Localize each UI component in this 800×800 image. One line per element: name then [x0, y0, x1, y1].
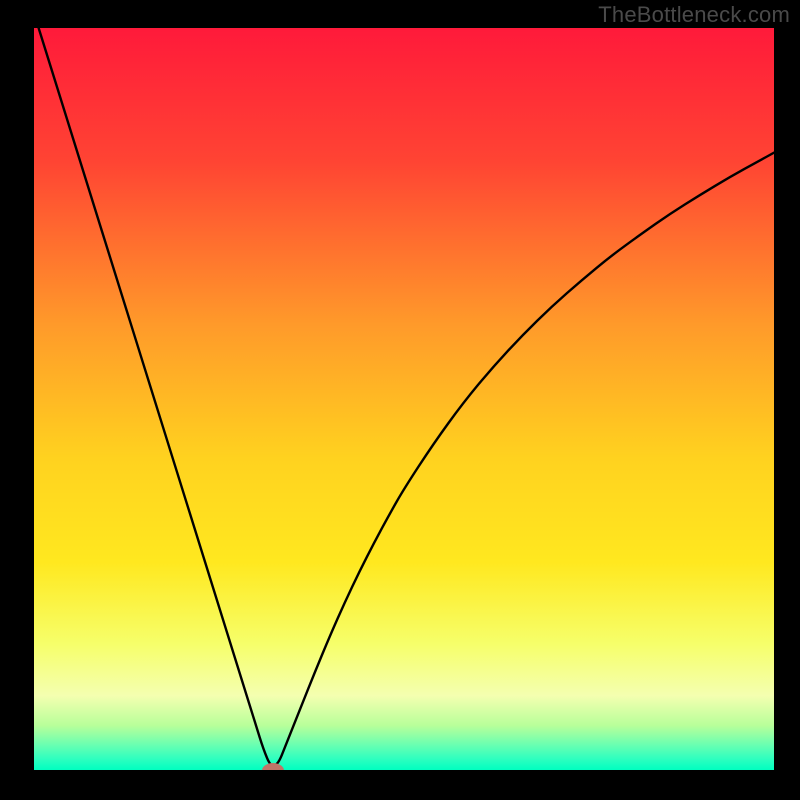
plot-svg	[34, 28, 774, 770]
watermark-text: TheBottleneck.com	[598, 2, 790, 28]
gradient-background	[34, 28, 774, 770]
plot-area	[34, 28, 774, 770]
chart-frame: TheBottleneck.com	[0, 0, 800, 800]
